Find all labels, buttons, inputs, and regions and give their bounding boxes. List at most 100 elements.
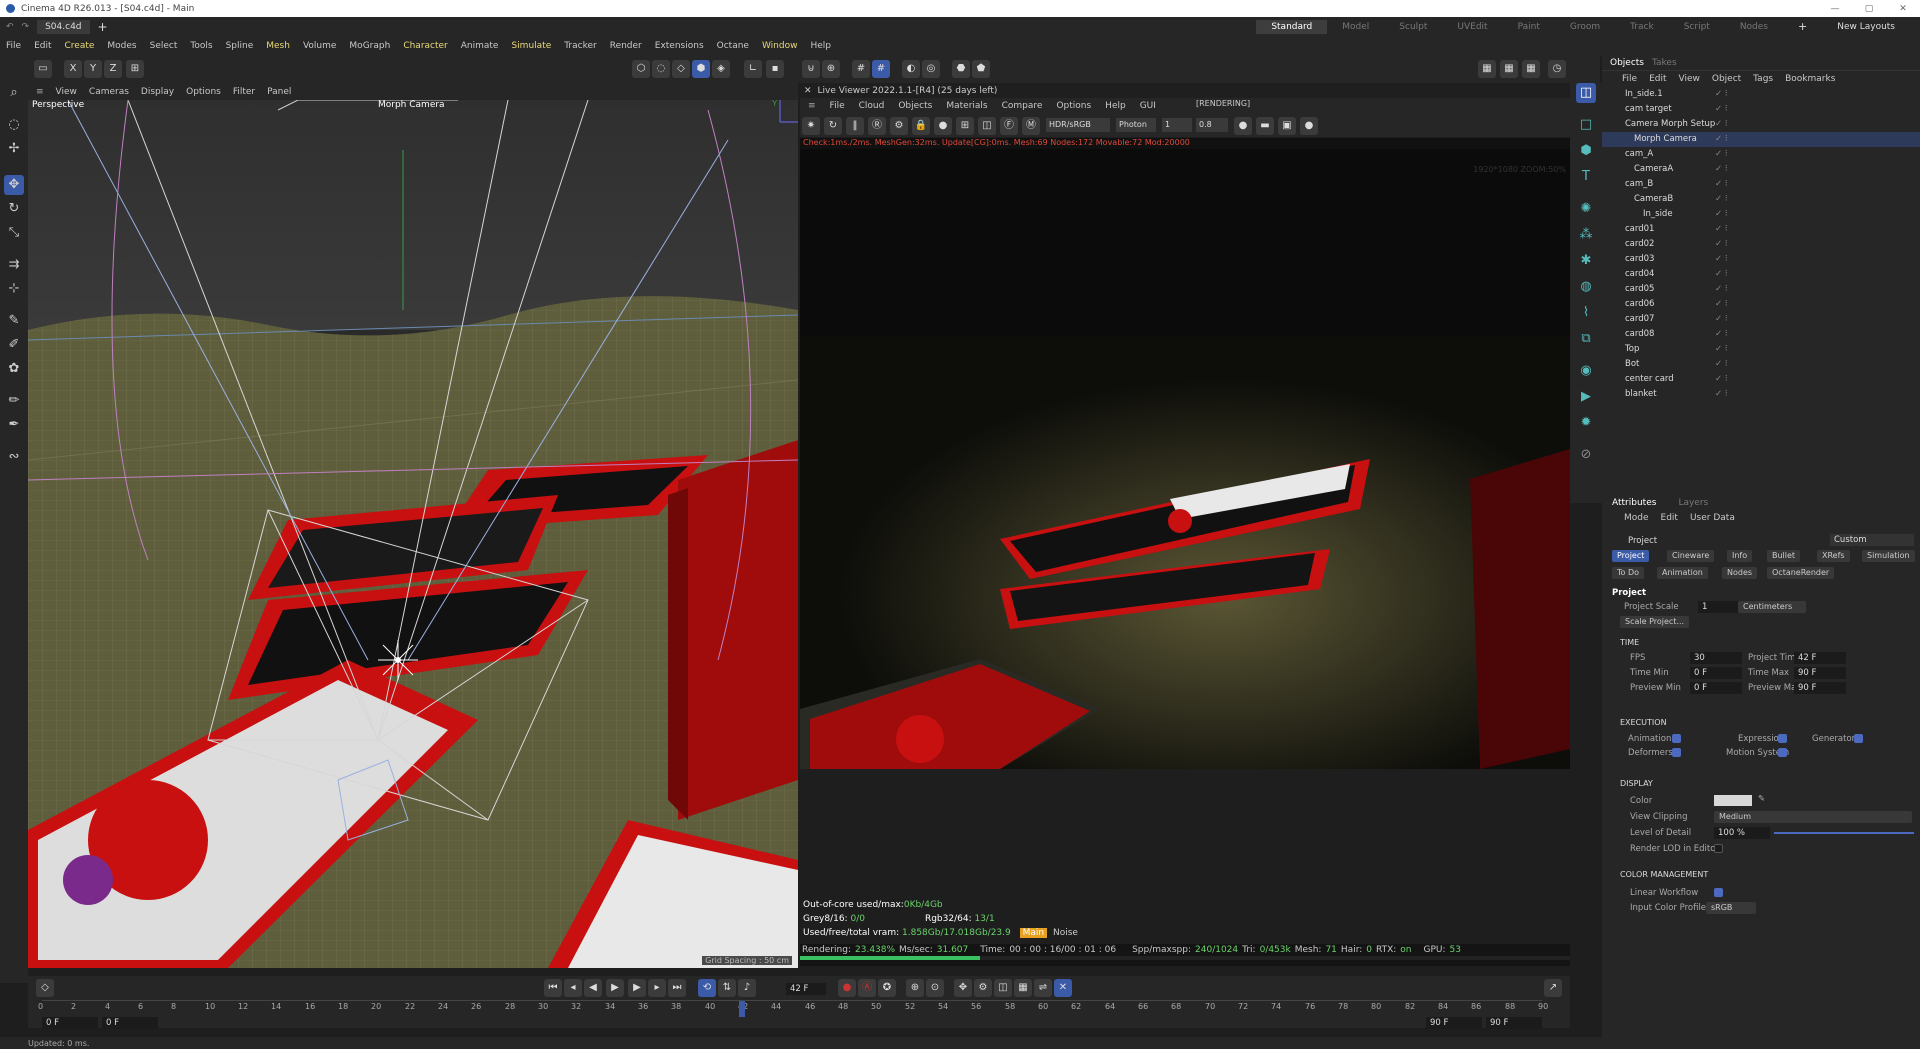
expression-checkbox[interactable]: [1778, 734, 1787, 743]
snap-icon[interactable]: ⊍: [802, 60, 820, 78]
visibility-toggles[interactable]: ✓ ⁝: [1715, 104, 1728, 114]
camera-icon[interactable]: ▶: [1576, 387, 1596, 407]
magnet-tool-icon[interactable]: ∾: [4, 447, 24, 467]
layout-tab-standard[interactable]: Standard: [1256, 19, 1328, 34]
start-frame-field[interactable]: 0 F: [42, 1017, 98, 1029]
viewport-menu-display[interactable]: Display: [141, 87, 174, 97]
add-region-icon[interactable]: ⊞: [956, 117, 974, 135]
pla-key-icon[interactable]: ◫: [994, 979, 1012, 997]
restart-icon[interactable]: ↻: [824, 117, 842, 135]
attr-subtab-info[interactable]: Info: [1727, 550, 1753, 562]
render-queue-icon[interactable]: ▦: [1522, 60, 1540, 78]
menu-character[interactable]: Character: [403, 41, 447, 51]
pause-icon[interactable]: ‖: [846, 117, 864, 135]
spline-icon[interactable]: ⌇: [1576, 303, 1596, 323]
objects-menu-view[interactable]: View: [1679, 74, 1700, 84]
lv-menu-materials[interactable]: Materials: [946, 101, 987, 111]
render-settings-icon[interactable]: ⬣: [952, 60, 970, 78]
visibility-toggles[interactable]: ✓ ⁝: [1715, 329, 1728, 339]
object-row[interactable]: cam_B ✓ ⁝: [1602, 177, 1920, 192]
render-picture-viewer-icon[interactable]: ▦: [1500, 60, 1518, 78]
menu-render[interactable]: Render: [610, 41, 642, 51]
objects-menu-edit[interactable]: Edit: [1649, 74, 1666, 84]
render-start-icon[interactable]: ✷: [802, 117, 820, 135]
attr-subtab-nodes[interactable]: Nodes: [1722, 567, 1758, 579]
attr-menu-mode[interactable]: Mode: [1624, 513, 1649, 523]
viewport-menu-cameras[interactable]: Cameras: [89, 87, 129, 97]
texture-mode-icon[interactable]: ▪: [766, 60, 784, 78]
object-row[interactable]: CameraB ✓ ⁝: [1602, 192, 1920, 207]
objects-menu-bookmarks[interactable]: Bookmarks: [1785, 74, 1835, 84]
object-row[interactable]: Morph Camera ✓ ⁝: [1602, 132, 1920, 147]
object-row[interactable]: card04 ✓ ⁝: [1602, 267, 1920, 282]
keyframe-selection-icon[interactable]: ✪: [878, 979, 896, 997]
hamburger-icon[interactable]: ≡: [808, 101, 816, 111]
grid-snap-icon[interactable]: #: [872, 60, 890, 78]
layout-tab-nodes[interactable]: Nodes: [1725, 20, 1783, 34]
hamburger-icon[interactable]: ≡: [36, 87, 44, 97]
volume-icon[interactable]: ⧉: [1576, 329, 1596, 349]
next-key-icon[interactable]: ▸: [648, 979, 666, 997]
object-row[interactable]: center card ✓ ⁝: [1602, 372, 1920, 387]
add-layout-button[interactable]: +: [1783, 18, 1822, 35]
view-clipping-select[interactable]: Medium: [1714, 811, 1912, 823]
visibility-toggles[interactable]: ✓ ⁝: [1715, 149, 1728, 159]
cube-icon[interactable]: ⬢: [1576, 141, 1596, 161]
visibility-toggles[interactable]: ✓ ⁝: [1715, 299, 1728, 309]
lv-menu-file[interactable]: File: [830, 101, 845, 111]
input-profile-select[interactable]: sRGB: [1706, 902, 1756, 914]
object-row[interactable]: CameraA ✓ ⁝: [1602, 162, 1920, 177]
object-row[interactable]: Top ✓ ⁝: [1602, 342, 1920, 357]
snapshot-icon[interactable]: ▣: [1278, 117, 1296, 135]
cube-outline-icon[interactable]: □: [1576, 115, 1596, 135]
dope-sheet-icon[interactable]: ✕: [1054, 979, 1072, 997]
preview-end-field[interactable]: 90 F: [1426, 1017, 1482, 1029]
visibility-toggles[interactable]: ✓ ⁝: [1715, 344, 1728, 354]
menu-volume[interactable]: Volume: [303, 41, 336, 51]
brush-tool-icon[interactable]: ✏: [4, 391, 24, 411]
attr-subtab-xrefs[interactable]: XRefs: [1817, 550, 1850, 562]
settings-gear-icon[interactable]: ⚙: [890, 117, 908, 135]
live-selection-icon[interactable]: ◌: [4, 115, 24, 135]
workplane-icon[interactable]: #: [852, 60, 870, 78]
layout-tab-sculpt[interactable]: Sculpt: [1384, 20, 1442, 34]
objects-menu-object[interactable]: Object: [1712, 74, 1741, 84]
lv-menu-objects[interactable]: Objects: [898, 101, 932, 111]
move-tool-icon[interactable]: ✥: [4, 175, 24, 195]
kernel-select[interactable]: Photon: [1116, 118, 1156, 132]
crop-icon[interactable]: ◫: [978, 117, 996, 135]
layout-tab-model[interactable]: Model: [1327, 20, 1384, 34]
project-time-field[interactable]: 42 F: [1794, 652, 1846, 664]
layout-tab-paint[interactable]: Paint: [1503, 20, 1555, 34]
visibility-toggles[interactable]: ✓ ⁝: [1715, 239, 1728, 249]
viewport-menu-panel[interactable]: Panel: [267, 87, 291, 97]
mograph-icon[interactable]: ⁂: [1576, 225, 1596, 245]
attr-preset-select[interactable]: Custom: [1830, 534, 1914, 546]
sound-icon[interactable]: ♪: [738, 979, 756, 997]
no-entry-icon[interactable]: ⊘: [1576, 445, 1596, 465]
menu-modes[interactable]: Modes: [107, 41, 136, 51]
timeline-options-icon[interactable]: ⇌: [1034, 979, 1052, 997]
main-button[interactable]: Main: [1019, 928, 1048, 938]
pen-tool-icon[interactable]: ✒: [4, 415, 24, 435]
prev-key-icon[interactable]: ◂: [564, 979, 582, 997]
visibility-toggles[interactable]: ✓ ⁝: [1715, 389, 1728, 399]
object-row[interactable]: Bot ✓ ⁝: [1602, 357, 1920, 372]
lod-field[interactable]: 100 %: [1714, 827, 1770, 839]
scale-tool-icon[interactable]: ⤡: [4, 223, 24, 243]
menu-help[interactable]: Help: [810, 41, 831, 51]
aov-icon[interactable]: ▬: [1256, 117, 1274, 135]
snap-tool-icon[interactable]: ⊹: [4, 279, 24, 299]
deformer-icon[interactable]: ✱: [1576, 251, 1596, 271]
lv-menu-compare[interactable]: Compare: [1002, 101, 1043, 111]
tonemap-select[interactable]: HDR/sRGB: [1046, 118, 1110, 132]
object-row[interactable]: card05 ✓ ⁝: [1602, 282, 1920, 297]
lv-menu-options[interactable]: Options: [1056, 101, 1091, 111]
menu-edit[interactable]: Edit: [34, 41, 51, 51]
transfer-tool-icon[interactable]: ⇉: [4, 255, 24, 275]
objects-menu-tags[interactable]: Tags: [1753, 74, 1773, 84]
menu-mograph[interactable]: MoGraph: [349, 41, 390, 51]
object-row[interactable]: card01 ✓ ⁝: [1602, 222, 1920, 237]
scale-key-icon[interactable]: ✥: [954, 979, 972, 997]
snap-settings-icon[interactable]: ⊕: [822, 60, 840, 78]
